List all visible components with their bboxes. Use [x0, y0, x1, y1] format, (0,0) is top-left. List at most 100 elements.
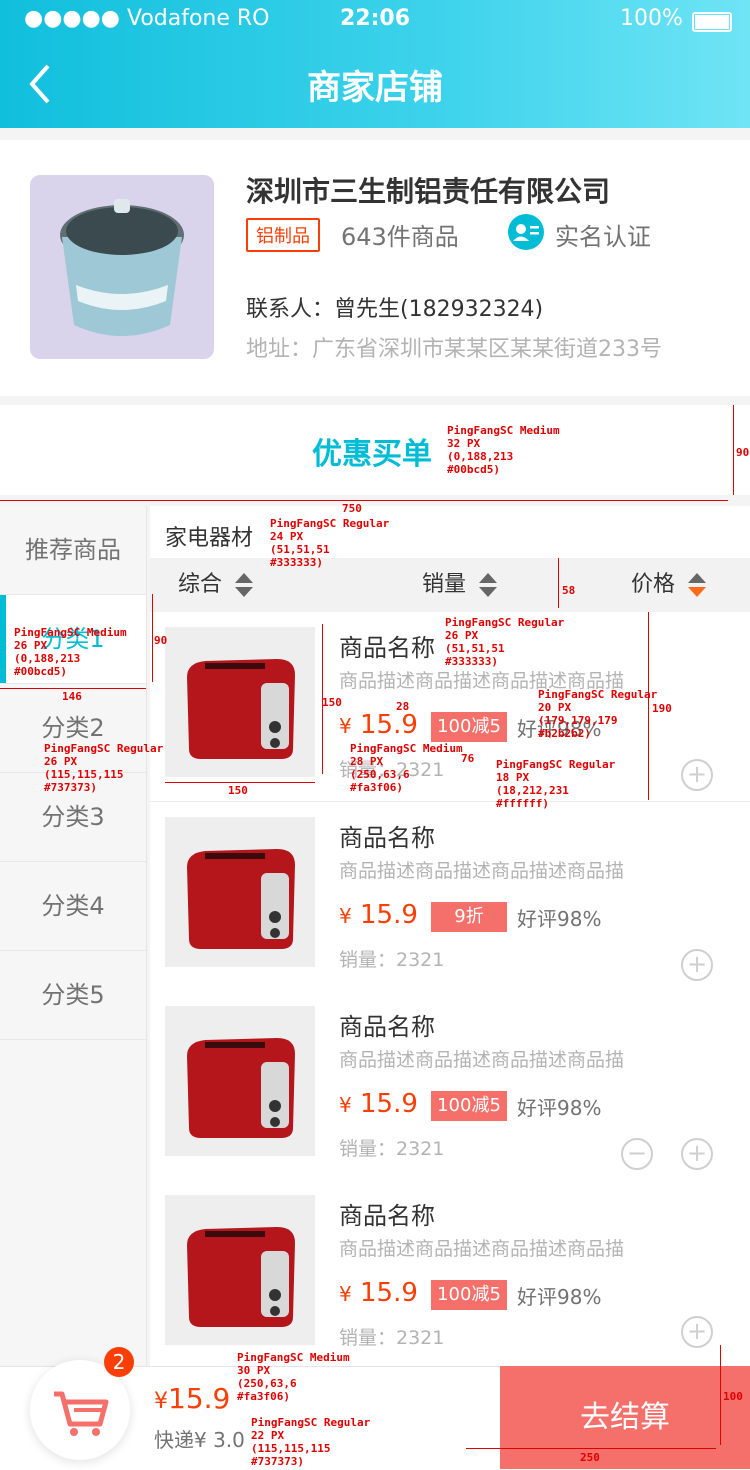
product-price: ¥ 15.9	[339, 900, 418, 930]
promo-badge: 100减5	[431, 1280, 507, 1310]
annotation-width: 750	[342, 502, 362, 515]
price-symbol: ¥	[339, 714, 352, 738]
add-icon[interactable]: +	[681, 759, 713, 791]
rating-label: 好评98%	[517, 1096, 602, 1120]
battery-icon	[692, 12, 732, 32]
product-description: 商品描述商品描述商品描述商品描	[339, 1238, 625, 1260]
product-description: 商品描述商品描述商品描述商品描	[339, 1049, 625, 1071]
page-title: 商家店铺	[307, 68, 443, 108]
promo-badge: 100减5	[431, 712, 507, 742]
sidebar-item-label: 分类5	[41, 981, 105, 1009]
rating-label: 好评98%	[517, 1285, 602, 1309]
product-count: 643件商品	[341, 223, 459, 251]
cart-total: ¥15.9	[154, 1382, 230, 1415]
sales-label: 销量：2321	[339, 949, 445, 971]
price-value: 15.9	[360, 1278, 418, 1308]
price-symbol: ¥	[339, 1282, 352, 1306]
product-description: 商品描述商品描述商品描述商品描	[339, 860, 625, 882]
product-name: 商品名称	[339, 1202, 435, 1230]
annotation-name-font: PingFangSC Regular 26 PX (51,51,51 #3333…	[445, 616, 565, 668]
battery-label: 100%	[620, 6, 683, 31]
annotation-badge-font: PingFangSC Regular 18 PX (18,212,231 #ff…	[496, 758, 616, 810]
annotation-line	[165, 782, 315, 783]
annotation-checkout-width: 250	[580, 1451, 600, 1464]
annotation-shipping-font: PingFangSC Regular 22 PX (115,115,115 #7…	[251, 1416, 371, 1468]
coupon-label: 优惠买单	[312, 437, 432, 472]
annotation-inactive-font: PingFangSC Regular 26 PX (115,115,115 #7…	[44, 742, 164, 794]
shop-name: 深圳市三生制铝责任有限公司	[246, 175, 611, 208]
shop-tag: 铝制品	[246, 218, 320, 252]
annotation-badge-width: 76	[461, 752, 475, 765]
sidebar-item-label: 分类4	[41, 892, 105, 920]
annotation-coupon-height: 90	[736, 446, 750, 459]
sidebar-item-label: 分类3	[41, 803, 105, 831]
shop-logo-image	[30, 175, 214, 359]
sidebar-item-category-4[interactable]: 分类4	[0, 862, 146, 951]
annotation-sidebar-width: 146	[62, 690, 82, 703]
sort-price-label: 价格	[631, 572, 676, 597]
annotation-image-width: 150	[228, 784, 248, 797]
price-value: 15.9	[360, 710, 418, 740]
annotation-sort-height: 58	[562, 584, 576, 597]
product-price: ¥ 15.9	[339, 1278, 418, 1308]
annotation-image-height: 150	[322, 696, 342, 709]
annotation-total-font: PingFangSC Medium 30 PX (250,63,6 #fa3f0…	[237, 1351, 350, 1403]
cart-total-symbol: ¥	[154, 1389, 168, 1414]
cart-count-badge: 2	[104, 1347, 134, 1377]
sort-arrows-icon	[235, 573, 254, 597]
annotation-coupon-font: PingFangSC Medium 32 PX (0,188,213 #00bc…	[447, 424, 560, 476]
sort-arrows-icon	[688, 573, 707, 597]
annotation-line	[558, 558, 559, 608]
annotation-row-height: 190	[652, 702, 672, 715]
sort-sales-label: 销量	[422, 572, 467, 597]
cart-total-value: 15.9	[168, 1382, 231, 1415]
product-price: ¥ 15.9	[339, 1089, 418, 1119]
product-image	[165, 627, 315, 777]
sort-price[interactable]: 价格	[631, 558, 707, 612]
promo-badge: 100减5	[431, 1091, 507, 1121]
checkout-button[interactable]: 去结算	[500, 1366, 750, 1469]
product-image	[165, 1195, 315, 1345]
verified-icon	[508, 214, 544, 250]
price-symbol: ¥	[339, 904, 352, 928]
add-icon[interactable]: +	[681, 1316, 713, 1348]
price-value: 15.9	[360, 900, 418, 930]
sort-arrows-icon	[479, 573, 498, 597]
sidebar-item-recommended[interactable]: 推荐商品	[0, 506, 146, 595]
sort-overall-label: 综合	[178, 572, 223, 597]
annotation-line	[0, 688, 146, 689]
sidebar-item-label: 分类2	[41, 714, 105, 742]
product-image	[165, 817, 315, 967]
sort-sales[interactable]: 销量	[422, 558, 498, 612]
rating-label: 好评98%	[517, 907, 602, 931]
add-icon[interactable]: +	[681, 1138, 713, 1170]
product-row[interactable]: 商品名称 商品描述商品描述商品描述商品描 ¥ 15.9 9折 好评98% 销量：…	[150, 802, 750, 992]
product-price: ¥ 15.9	[339, 710, 418, 740]
sidebar-item-category-5[interactable]: 分类5	[0, 951, 146, 1040]
shipping-fee: 快递¥ 3.0	[154, 1428, 245, 1452]
annotation-sidebar-row: 90	[154, 634, 168, 647]
annotation-line	[733, 405, 734, 495]
annotation-line	[720, 1345, 721, 1445]
product-name: 商品名称	[339, 634, 435, 662]
annotation-category-title-font: PingFangSC Regular 24 PX (51,51,51 #3333…	[270, 517, 390, 569]
sort-bar: 综合 销量 价格	[150, 558, 750, 612]
sidebar-item-label: 推荐商品	[25, 536, 121, 564]
shop-contact: 联系人：曾先生(182932324)	[246, 297, 544, 322]
product-row[interactable]: 商品名称 商品描述商品描述商品描述商品描 ¥ 15.9 100减5 好评98% …	[150, 1180, 750, 1370]
annotation-line	[0, 500, 728, 501]
annotation-checkout-height: 100	[723, 1390, 743, 1403]
annotation-desc-font: PingFangSC Regular 20 PX (179,179,179 #b…	[538, 688, 658, 740]
promo-badge: 9折	[431, 902, 507, 932]
sort-overall[interactable]: 综合	[178, 558, 254, 612]
product-name: 商品名称	[339, 824, 435, 852]
product-row[interactable]: 商品名称 商品描述商品描述商品描述商品描 ¥ 15.9 100减5 好评98% …	[150, 991, 750, 1181]
add-icon[interactable]: +	[681, 949, 713, 981]
verified-label: 实名认证	[555, 223, 651, 251]
price-value: 15.9	[360, 1089, 418, 1119]
sales-label: 销量：2321	[339, 1327, 445, 1349]
remove-icon[interactable]: −	[621, 1138, 653, 1170]
coupon-bar[interactable]: 优惠买单	[0, 405, 750, 495]
annotation-active-font: PingFangSC Medium 26 PX (0,188,213 #00bc…	[14, 626, 127, 678]
shop-card: 深圳市三生制铝责任有限公司 铝制品 643件商品 实名认证 联系人：曾先生(18…	[0, 140, 750, 396]
